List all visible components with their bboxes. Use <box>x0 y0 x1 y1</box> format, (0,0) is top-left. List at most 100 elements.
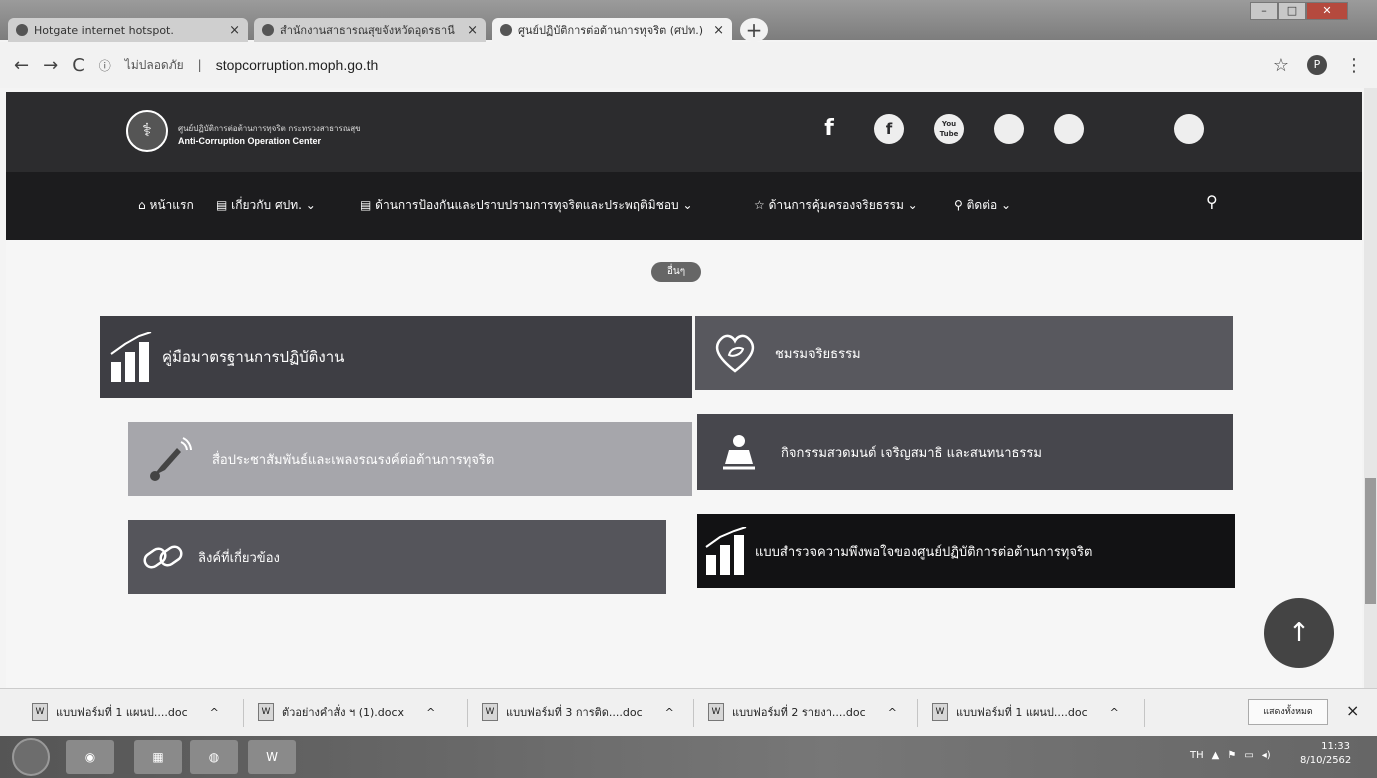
star-icon: ☆ <box>754 198 769 212</box>
security-label[interactable]: ไม่ปลอดภัย <box>125 56 184 75</box>
tab-title: Hotgate internet hotspot. <box>34 23 174 37</box>
word-taskbar-icon[interactable]: W <box>248 740 296 774</box>
line-taskbar-icon[interactable]: ◍ <box>190 740 238 774</box>
download-filename: แบบฟอร์มที่ 1 แผนป....doc <box>56 706 188 719</box>
tab-stop-corruption[interactable]: ศูนย์ปฏิบัติการต่อต้านการทุจริต (ศปท.) × <box>492 18 732 42</box>
chevron-up-icon[interactable]: ^ <box>426 706 435 719</box>
download-filename: แบบฟอร์มที่ 2 รายงา....doc <box>732 706 866 719</box>
nav-label: เกี่ยวกับ ศปท. ⌄ <box>231 198 316 212</box>
close-downloads-icon[interactable]: × <box>1346 701 1359 720</box>
megaphone-icon <box>128 422 212 496</box>
nav-home[interactable]: ⌂ หน้าแรก <box>138 196 194 215</box>
gallery-icon[interactable] <box>1054 114 1084 144</box>
profile-avatar[interactable]: P <box>1307 55 1327 75</box>
card-label: คู่มือมาตรฐานการปฏิบัติงาน <box>162 348 345 366</box>
chevron-up-icon[interactable]: ^ <box>665 706 674 719</box>
card-satisfaction-survey[interactable]: แบบสำรวจความพึงพอใจของศูนย์ปฏิบัติการต่อ… <box>697 514 1235 588</box>
forward-icon[interactable]: → <box>43 55 58 76</box>
word-doc-icon: W <box>258 703 274 721</box>
list-icon: ▤ <box>360 198 376 212</box>
nav-label: ติดต่อ ⌄ <box>966 198 1012 212</box>
folder-icon[interactable] <box>1114 114 1144 144</box>
url-input[interactable]: stopcorruption.moph.go.th <box>216 57 379 73</box>
download-item[interactable]: W แบบฟอร์มที่ 1 แผนป....doc ^ <box>932 703 1119 721</box>
toolbar-right: ☆ P ⋮ <box>1273 55 1363 76</box>
nav-prevention[interactable]: ▤ ด้านการป้องกันและปราบปรามการทุจริตและป… <box>360 196 693 215</box>
chevron-up-icon[interactable]: ^ <box>888 706 897 719</box>
star-icon[interactable]: ☆ <box>1273 55 1289 76</box>
show-all-downloads-button[interactable]: แสดงทั้งหมด <box>1248 699 1328 725</box>
maximize-button[interactable]: □ <box>1278 2 1306 20</box>
facebook-icon[interactable]: f <box>814 114 844 144</box>
link-chain-icon <box>128 520 198 594</box>
tab-hotgate[interactable]: Hotgate internet hotspot. × <box>8 18 248 42</box>
card-prayer-activity[interactable]: กิจกรรมสวดมนต์ เจริญสมาธิ และสนทนาธรรม <box>697 414 1233 490</box>
users-icon[interactable] <box>1174 114 1204 144</box>
info-icon[interactable]: ⓘ <box>99 57 111 74</box>
tray-expand-icon[interactable]: ▲ <box>1212 750 1220 761</box>
explorer-taskbar-icon[interactable]: ▦ <box>134 740 182 774</box>
close-tab-icon[interactable]: × <box>229 23 240 38</box>
start-button[interactable] <box>12 738 50 776</box>
minimize-button[interactable]: – <box>1250 2 1278 20</box>
nav-about[interactable]: ▤ เกี่ยวกับ ศปท. ⌄ <box>216 196 316 215</box>
download-item[interactable]: W ตัวอย่างคำสั่ง ฯ (1).docx ^ <box>258 703 435 721</box>
category-tag[interactable]: อื่นๆ <box>651 262 701 282</box>
flag-icon[interactable]: ⚑ <box>1227 750 1236 761</box>
home-icon: ⌂ <box>138 198 150 212</box>
close-tab-icon[interactable]: × <box>467 23 478 38</box>
clock[interactable]: 11:33 8/10/2562 <box>1300 740 1352 768</box>
divider <box>917 699 918 727</box>
divider <box>467 699 468 727</box>
back-icon[interactable]: ← <box>14 55 29 76</box>
url-divider: | <box>197 58 202 72</box>
nav-contact[interactable]: ⚲ ติดต่อ ⌄ <box>954 196 1011 215</box>
moph-logo-icon[interactable]: ⚕ <box>126 110 168 152</box>
nav-label: ด้านการป้องกันและปราบปรามการทุจริตและประ… <box>375 198 693 212</box>
volume-icon[interactable]: ◂) <box>1262 750 1271 761</box>
menu-icon[interactable]: ⋮ <box>1345 55 1363 76</box>
scroll-to-top-button[interactable]: ↑ <box>1264 598 1334 668</box>
card-ethics-club[interactable]: ชมรมจริยธรรม <box>695 316 1233 390</box>
word-doc-icon: W <box>482 703 498 721</box>
card-label: ลิงค์ที่เกี่ยวข้อง <box>198 550 280 566</box>
list-icon: ▤ <box>216 198 232 212</box>
close-tab-icon[interactable]: × <box>713 23 724 38</box>
close-window-button[interactable]: ✕ <box>1306 2 1348 20</box>
facebook-page-icon[interactable]: f <box>874 114 904 144</box>
clock-date: 8/10/2562 <box>1300 755 1352 766</box>
new-tab-button[interactable]: + <box>740 18 768 42</box>
nav-ethics[interactable]: ☆ ด้านการคุ้มครองจริยธรรม ⌄ <box>754 196 918 215</box>
youtube-icon[interactable]: You Tube <box>934 114 964 144</box>
search-icon[interactable]: ⚲ <box>1206 192 1218 211</box>
card-label: สื่อประชาสัมพันธ์และเพลงรณรงค์ต่อต้านการ… <box>212 452 495 468</box>
divider <box>243 699 244 727</box>
network-icon[interactable]: ▭ <box>1244 750 1253 761</box>
card-operation-manual[interactable]: คู่มือมาตรฐานการปฏิบัติงาน <box>100 316 692 398</box>
tab-provincial-health-office[interactable]: สำนักงานสาธารณสุขจังหวัดอุดรธานี × <box>254 18 486 42</box>
card-label: แบบสำรวจความพึงพอใจของศูนย์ปฏิบัติการต่อ… <box>755 544 1093 560</box>
divider <box>693 699 694 727</box>
card-related-links[interactable]: ลิงค์ที่เกี่ยวข้อง <box>128 520 666 594</box>
reload-icon[interactable]: C <box>72 55 85 76</box>
bar-chart-icon <box>697 514 755 588</box>
chrome-taskbar-icon[interactable]: ◉ <box>66 740 114 774</box>
meditation-icon <box>697 414 781 490</box>
tab-title: ศูนย์ปฏิบัติการต่อต้านการทุจริต (ศปท.) <box>518 24 704 37</box>
chevron-up-icon[interactable]: ^ <box>210 706 219 719</box>
document-icon[interactable] <box>994 114 1024 144</box>
word-doc-icon: W <box>32 703 48 721</box>
download-item[interactable]: W แบบฟอร์มที่ 3 การติด....doc ^ <box>482 703 674 721</box>
tab-title: สำนักงานสาธารณสุขจังหวัดอุดรธานี <box>280 24 455 37</box>
nav-label: หน้าแรก <box>149 198 194 212</box>
chevron-up-icon[interactable]: ^ <box>1110 706 1119 719</box>
download-item[interactable]: W แบบฟอร์มที่ 1 แผนป....doc ^ <box>32 703 219 721</box>
language-indicator[interactable]: TH <box>1190 750 1204 761</box>
logo-english-title: Anti-Corruption Operation Center <box>178 136 321 146</box>
scrollbar-thumb[interactable] <box>1365 478 1376 604</box>
bar-chart-icon <box>100 316 162 398</box>
logo-thai-title: ศูนย์ปฏิบัติการต่อต้านการทุจริต กระทรวงส… <box>178 124 361 133</box>
card-pr-media[interactable]: สื่อประชาสัมพันธ์และเพลงรณรงค์ต่อต้านการ… <box>128 422 692 496</box>
download-item[interactable]: W แบบฟอร์มที่ 2 รายงา....doc ^ <box>708 703 897 721</box>
divider <box>1144 699 1145 727</box>
